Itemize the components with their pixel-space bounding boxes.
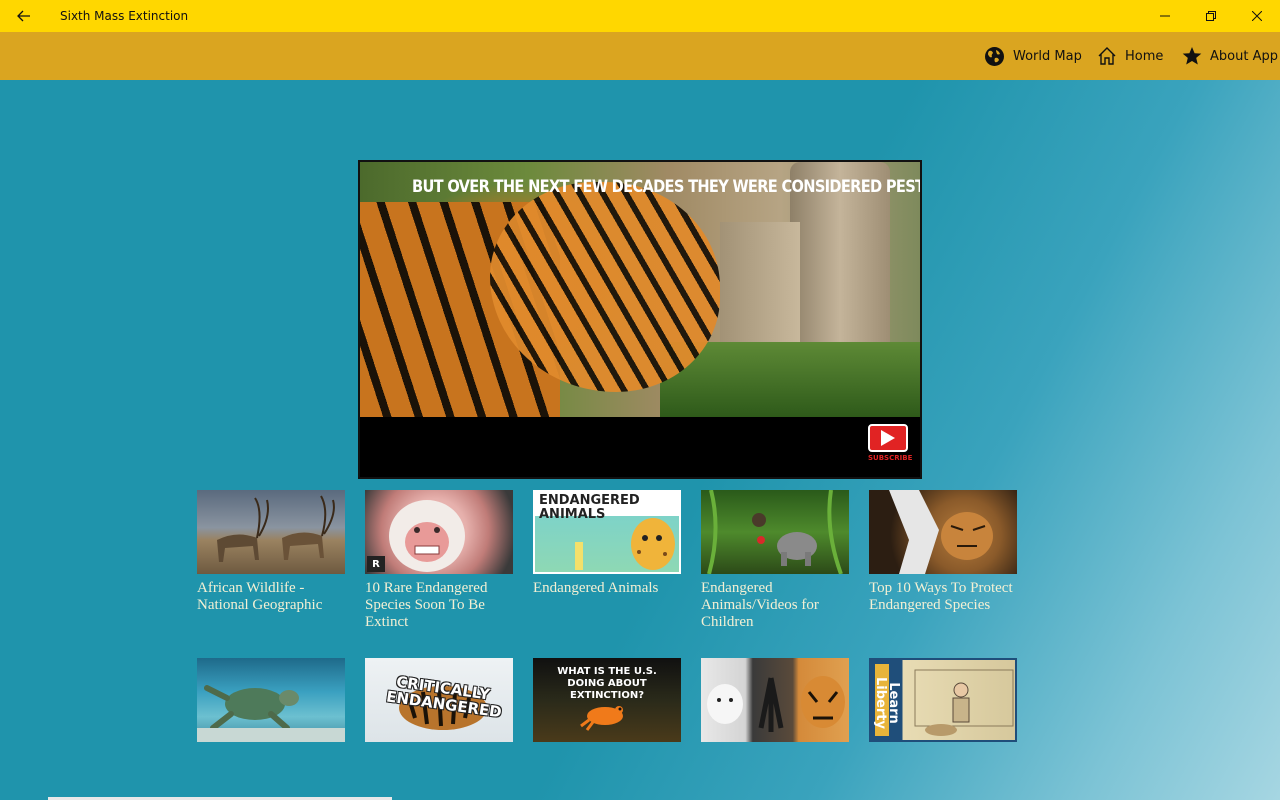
- video-card[interactable]: [701, 658, 849, 748]
- sea-turtle-image: [197, 685, 345, 742]
- title-bar: Sixth Mass Extinction: [0, 0, 1280, 32]
- home-icon: [1098, 47, 1116, 65]
- video-thumbnail[interactable]: [197, 490, 345, 574]
- video-title[interactable]: Top 10 Ways To Protect Endangered Specie…: [869, 580, 1017, 614]
- app-title: Sixth Mass Extinction: [60, 9, 189, 23]
- video-thumbnail[interactable]: [197, 658, 345, 742]
- world-map-button[interactable]: World Map: [984, 32, 1082, 80]
- video-card[interactable]: Endangered Animals/Videos for Children: [701, 490, 849, 631]
- video-player[interactable]: BUT OVER THE NEXT FEW DECADES THEY WERE …: [358, 160, 922, 479]
- video-title[interactable]: Endangered Animals: [533, 580, 681, 597]
- kudu-antelope-image: [217, 495, 335, 562]
- about-app-button[interactable]: About App: [1182, 32, 1278, 80]
- window-controls: [1142, 0, 1280, 32]
- video-title[interactable]: 10 Rare Endangered Species Soon To Be Ex…: [365, 580, 513, 631]
- back-arrow-icon: [17, 10, 30, 22]
- youtube-play-icon: [868, 424, 908, 452]
- video-card[interactable]: ENDANGERED ANIMALS Endangered Animals: [533, 490, 681, 597]
- home-label: Home: [1125, 48, 1164, 64]
- caption-bar: [360, 417, 920, 477]
- video-thumbnail[interactable]: ENDANGERED ANIMALS: [533, 490, 681, 574]
- video-thumbnail[interactable]: WHAT IS THE U.S. DOING ABOUT EXTINCTION?: [533, 658, 681, 742]
- close-icon: [1252, 11, 1262, 21]
- tree-stump: [720, 222, 800, 362]
- video-frame: [360, 162, 920, 417]
- video-title[interactable]: African Wildlife - National Geographic: [197, 580, 345, 614]
- video-thumbnail[interactable]: CRITICALLY ENDANGERED: [365, 658, 513, 742]
- video-thumbnail[interactable]: Learn Liberty: [869, 658, 1017, 742]
- video-card[interactable]: African Wildlife - National Geographic: [197, 490, 345, 614]
- video-card[interactable]: Learn Liberty: [869, 658, 1017, 748]
- home-button[interactable]: Home: [1097, 32, 1163, 80]
- arctic-fox-bird-tiger-image: [707, 676, 845, 732]
- restore-button[interactable]: [1188, 0, 1234, 32]
- video-card[interactable]: Top 10 Ways To Protect Endangered Specie…: [869, 490, 1017, 614]
- channel-logo-icon: R: [367, 556, 385, 572]
- world-map-label: World Map: [1013, 48, 1082, 64]
- cartoon-leopard-image: [575, 518, 675, 570]
- about-app-label: About App: [1210, 48, 1278, 64]
- video-card[interactable]: R 10 Rare Endangered Species Soon To Be …: [365, 490, 513, 631]
- video-card[interactable]: CRITICALLY ENDANGERED: [365, 658, 513, 748]
- video-title[interactable]: Endangered Animals/Videos for Children: [701, 580, 849, 631]
- back-button[interactable]: [0, 0, 48, 32]
- tiger-cub-gloves-image: [889, 490, 993, 574]
- gorilla-face-image: [389, 500, 465, 572]
- star-icon: [1182, 47, 1202, 65]
- video-thumbnail[interactable]: [701, 490, 849, 574]
- restore-icon: [1206, 11, 1216, 21]
- jungle-animals-image: [707, 490, 843, 574]
- minimize-button[interactable]: [1142, 0, 1188, 32]
- video-card[interactable]: WHAT IS THE U.S. DOING ABOUT EXTINCTION?: [533, 658, 681, 748]
- video-thumbnail[interactable]: R: [365, 490, 513, 574]
- subscribe-button[interactable]: SUBSCRIBE: [868, 424, 913, 466]
- globe-icon: [985, 46, 1004, 66]
- minimize-icon: [1160, 15, 1170, 17]
- video-caption: BUT OVER THE NEXT FEW DECADES THEY WERE …: [412, 177, 922, 197]
- command-bar: World Map Home About App: [0, 32, 1280, 80]
- classroom-illustration-image: [914, 669, 1014, 736]
- orange-frog-image: [580, 706, 623, 731]
- video-thumbnail[interactable]: [869, 490, 1017, 574]
- video-card[interactable]: [197, 658, 345, 748]
- subscribe-label: SUBSCRIBE: [868, 454, 913, 462]
- video-thumbnail[interactable]: [701, 658, 849, 742]
- close-button[interactable]: [1234, 0, 1280, 32]
